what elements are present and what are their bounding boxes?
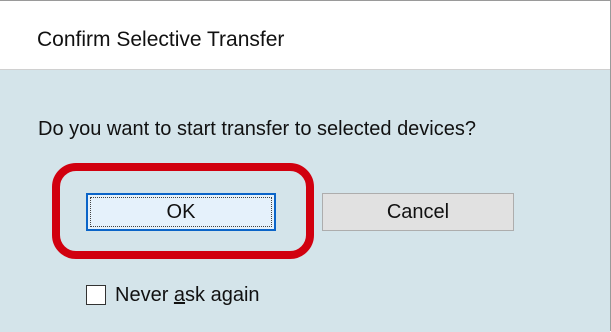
accelerator-key: a (173, 283, 186, 306)
dialog-title: Confirm Selective Transfer (37, 28, 285, 51)
title-bar[interactable]: Confirm Selective Transfer (0, 1, 610, 70)
cancel-button[interactable]: Cancel (322, 193, 514, 231)
ok-button[interactable]: OK (86, 193, 276, 231)
never-ask-again-option[interactable]: Never ask again (86, 283, 260, 307)
cancel-button-label: Cancel (386, 200, 450, 223)
never-ask-again-label-part: Never (115, 283, 174, 306)
confirm-dialog: Confirm Selective Transfer Do you want t… (0, 0, 611, 332)
never-ask-again-label-rest: sk again (185, 283, 260, 306)
ok-button-label: OK (166, 200, 196, 223)
confirm-message: Do you want to start transfer to selecte… (38, 118, 476, 140)
never-ask-again-checkbox[interactable] (86, 285, 106, 305)
never-ask-again-label[interactable]: Never ask again (115, 284, 260, 307)
